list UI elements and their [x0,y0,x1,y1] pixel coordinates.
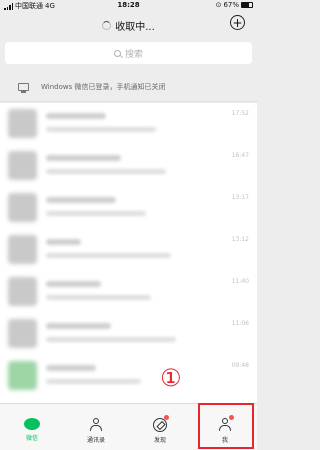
tab-label: 微信 [25,435,38,442]
step-marker: ① [160,364,182,392]
chat-avatar [8,277,37,306]
highlight-box [198,403,254,449]
chat-row[interactable]: 09:48 [0,355,257,397]
notification-dot [164,415,169,420]
status-right: ⊙ 67% [216,1,253,9]
search-icon [113,49,121,57]
chat-list: 17:52 16:47 13:17 13:12 11:40 11:06 09:4… [0,103,257,403]
search-bar[interactable]: 搜索 [5,42,252,64]
loading-spinner-icon [102,21,112,30]
chat-bubble-icon [24,418,40,430]
chat-time: 11:06 [231,320,249,327]
chat-avatar [8,193,37,222]
tab-label: 通讯录 [86,437,105,444]
battery-icon [241,2,253,8]
chat-time: 13:17 [231,194,249,201]
battery-percent: 67% [223,1,239,9]
monitor-icon [18,82,29,93]
contacts-icon [89,418,103,432]
plus-icon: + [232,15,243,30]
tab-discover[interactable]: 发现 [128,404,192,450]
search-placeholder: 搜索 [124,49,143,60]
chat-row[interactable]: 17:52 [0,103,257,145]
nav-bar: 收取中... + [0,12,257,38]
add-button[interactable]: + [230,15,245,30]
chat-avatar [8,109,37,138]
status-bar: 中国联通 4G 18:28 ⊙ 67% [0,0,257,12]
chat-time: 16:47 [231,152,249,159]
chat-row[interactable]: 13:17 [0,187,257,229]
chat-avatar [8,151,37,180]
tab-contacts[interactable]: 通讯录 [64,404,128,450]
chat-time: 11:40 [231,278,249,285]
chat-row[interactable]: 13:12 [0,229,257,271]
chat-row[interactable]: 16:47 [0,145,257,187]
chat-avatar [8,235,37,264]
chat-time: 17:52 [231,110,249,117]
tab-chats[interactable]: 微信 [0,404,64,450]
chat-row[interactable]: 11:06 [0,313,257,355]
pc-login-notice[interactable]: Windows 微信已登录，手机通知已关闭 [0,72,257,102]
chat-time: 13:12 [231,236,249,243]
tab-label: 发现 [153,437,166,444]
page-title: 收取中... [0,18,257,33]
notice-text: Windows 微信已登录，手机通知已关闭 [41,82,166,91]
chat-time: 09:48 [231,362,249,369]
chat-avatar [8,361,37,390]
compass-icon [153,418,167,432]
chat-row[interactable]: 11:40 [0,271,257,313]
chat-avatar [8,319,37,348]
title-text: 收取中... [115,22,155,33]
alarm-icon: ⊙ [215,1,222,9]
